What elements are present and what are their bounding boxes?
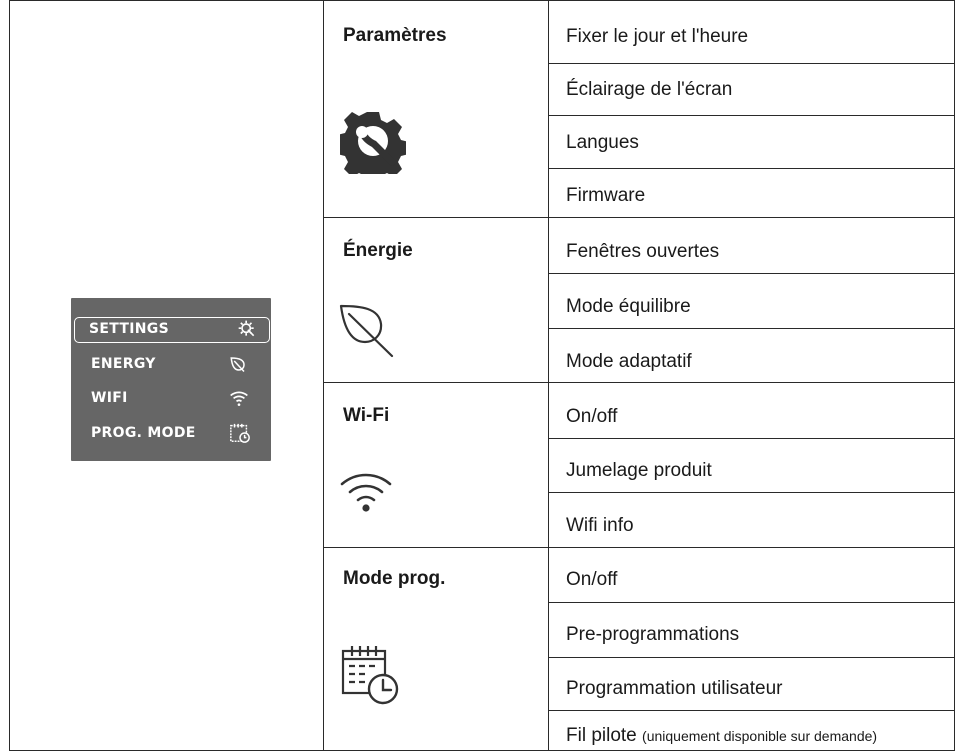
- option-label: Mode adaptatif: [566, 351, 692, 372]
- option-label: Firmware: [566, 185, 646, 206]
- category-title-parametres: Paramètres: [343, 25, 447, 46]
- category-title-mode-prog: Mode prog.: [343, 568, 446, 589]
- option-label: Jumelage produit: [566, 460, 712, 481]
- column-divider-1: [323, 0, 324, 751]
- option-label: On/off: [566, 569, 618, 590]
- device-menu-item-prog-mode: PROG. MODE: [87, 422, 259, 446]
- row-divider: [548, 438, 955, 439]
- category-divider: [323, 217, 955, 218]
- row-divider: [548, 63, 955, 64]
- device-menu-item-wifi: WIFI: [87, 387, 259, 411]
- row-divider: [548, 657, 955, 658]
- option-label-fil-pilote: Fil pilote (uniquement disponible sur de…: [566, 724, 877, 748]
- gear-wrench-icon: [237, 319, 257, 343]
- category-divider: [323, 382, 955, 383]
- category-divider: [323, 547, 955, 548]
- row-divider: [548, 168, 955, 169]
- option-label: Langues: [566, 132, 639, 153]
- gear-wrench-icon: [337, 108, 409, 184]
- column-divider-2: [548, 0, 549, 751]
- table-border-top: [9, 0, 955, 1]
- option-label: Fixer le jour et l'heure: [566, 26, 749, 47]
- row-divider: [548, 602, 955, 603]
- row-divider: [548, 492, 955, 493]
- row-divider: [548, 273, 955, 274]
- option-note: (uniquement disponible sur demande): [642, 728, 878, 744]
- table-border-right: [954, 0, 955, 751]
- option-label: Éclairage de l'écran: [566, 79, 733, 100]
- leaf-icon: [338, 300, 398, 363]
- device-menu-item-energy: ENERGY: [87, 353, 259, 377]
- device-menu-label: WIFI: [91, 390, 128, 406]
- device-menu-label: ENERGY: [91, 356, 156, 372]
- wifi-icon: [339, 470, 393, 519]
- option-label: Wifi info: [566, 515, 634, 536]
- device-menu-label: PROG. MODE: [91, 425, 196, 441]
- option-label: Fenêtres ouvertes: [566, 241, 720, 262]
- device-menu-item-settings: SETTINGS: [74, 317, 270, 343]
- category-title-energie: Énergie: [343, 240, 413, 261]
- leaf-icon: [229, 355, 247, 377]
- calendar-clock-icon: [340, 643, 404, 712]
- row-divider: [548, 115, 955, 116]
- device-screen: SETTINGS ENERGY WIFI PROG. MODE: [71, 298, 271, 461]
- row-divider: [548, 710, 955, 711]
- calendar-clock-icon: [229, 422, 251, 448]
- table-border-bottom: [9, 750, 955, 751]
- option-label: Pre-programmations: [566, 624, 740, 645]
- option-label: Programmation utilisateur: [566, 678, 783, 699]
- option-label: Mode équilibre: [566, 296, 691, 317]
- table-border-left: [9, 0, 10, 751]
- option-main: Fil pilote: [566, 725, 637, 746]
- device-menu-label: SETTINGS: [89, 321, 169, 337]
- row-divider: [548, 328, 955, 329]
- wifi-icon: [229, 388, 249, 412]
- category-title-wifi: Wi-Fi: [343, 405, 390, 426]
- option-label: On/off: [566, 406, 618, 427]
